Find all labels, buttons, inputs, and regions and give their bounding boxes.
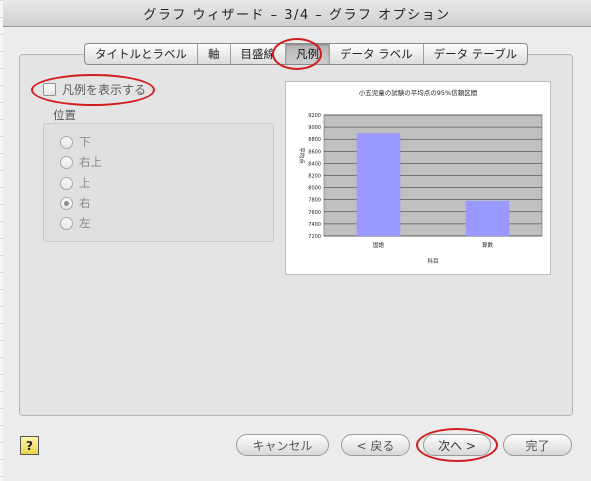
show-legend-checkbox[interactable] — [43, 83, 56, 96]
bar-0 — [356, 133, 401, 236]
y-tick-label: 8400 — [308, 161, 321, 167]
bar-1 — [465, 200, 510, 236]
position-option-right[interactable]: 右 — [60, 195, 91, 211]
tab-data-labels[interactable]: データ ラベル — [330, 44, 424, 64]
tab-data-table[interactable]: データ テーブル — [424, 44, 527, 64]
show-legend-label: 凡例を表示する — [62, 83, 147, 97]
radio-label-left: 左 — [79, 216, 91, 230]
radio-top-right[interactable] — [60, 155, 73, 169]
y-tick-label: 9000 — [308, 125, 321, 131]
position-option-bottom[interactable]: 下 — [60, 134, 91, 150]
position-option-left[interactable]: 左 — [60, 215, 91, 231]
chart-svg: 小五児童の試験の平均点の95%信頼区間 7200 7400 7600 7800 8000 8… — [298, 88, 543, 265]
radio-label-right: 右 — [79, 196, 91, 210]
x-tick-label: 算数 — [482, 241, 494, 249]
window-title: グラフ ウィザード – 3/4 – グラフ オプション — [143, 7, 451, 23]
tab-gridlines[interactable]: 目盛線 — [231, 44, 286, 64]
chart-title: 小五児童の試験の平均点の95%信頼区間 — [359, 88, 477, 97]
window-titlebar: グラフ ウィザード – 3/4 – グラフ オプション — [3, 0, 591, 27]
y-tick-label: 8600 — [308, 149, 321, 155]
position-option-top-right[interactable]: 右上 — [60, 154, 102, 170]
tab-legend[interactable]: 凡例 — [286, 44, 330, 64]
y-tick-label: 7200 — [308, 234, 321, 240]
x-axis-label: 科目 — [427, 257, 438, 265]
y-tick-label: 7400 — [308, 222, 321, 228]
radio-label-top: 上 — [79, 176, 91, 190]
radio-left[interactable] — [60, 216, 73, 230]
y-tick-label: 7600 — [308, 210, 321, 216]
radio-label-top-right: 右上 — [79, 155, 102, 169]
tab-bar: タイトルとラベル 軸 目盛線 凡例 データ ラベル データ テーブル — [84, 43, 529, 65]
tab-titles-labels[interactable]: タイトルとラベル — [85, 44, 198, 64]
y-tick-label: 8800 — [308, 137, 321, 143]
y-tick-label: 8000 — [308, 186, 321, 192]
cancel-button[interactable]: キャンセル — [236, 434, 329, 456]
radio-bottom[interactable] — [60, 135, 73, 149]
spreadsheet-edge — [0, 0, 3, 481]
radio-label-bottom: 下 — [79, 135, 91, 149]
radio-right[interactable] — [60, 196, 73, 210]
y-axis-label: 平均点 — [298, 147, 306, 164]
next-button[interactable]: 次へ > — [423, 434, 491, 456]
help-button[interactable]: ? — [20, 436, 39, 455]
back-button[interactable]: < 戻る — [341, 434, 410, 456]
radio-selected-dot — [64, 200, 69, 206]
finish-button[interactable]: 完了 — [503, 434, 572, 456]
x-tick-label: 国語 — [373, 241, 385, 249]
y-tick-label: 9200 — [308, 113, 321, 119]
position-option-top[interactable]: 上 — [60, 175, 91, 191]
y-tick-label: 7800 — [308, 198, 321, 204]
tab-axes[interactable]: 軸 — [198, 44, 231, 64]
radio-top[interactable] — [60, 176, 73, 190]
position-group-label: 位置 — [53, 108, 76, 122]
position-radio-group: 下 右上 上 右 左 — [43, 123, 274, 242]
chart-preview: 小五児童の試験の平均点の95%信頼区間 7200 7400 7600 7800 8000 8… — [285, 81, 551, 275]
y-tick-label: 8200 — [308, 174, 321, 180]
show-legend-option[interactable]: 凡例を表示する — [43, 81, 146, 98]
